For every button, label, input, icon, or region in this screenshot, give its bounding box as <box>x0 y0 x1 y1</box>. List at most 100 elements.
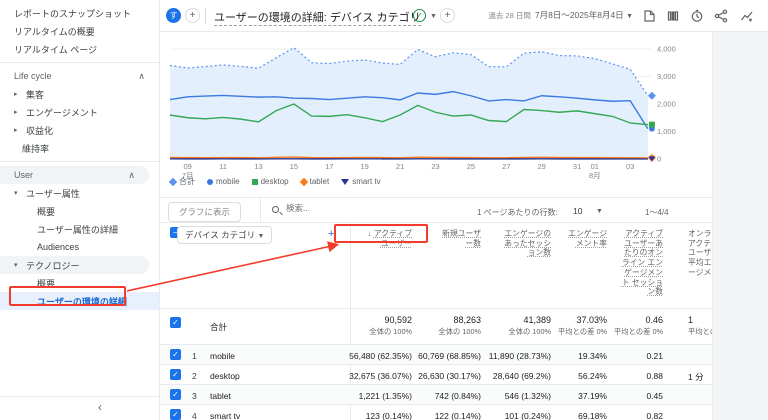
chevron-expanded-icon: ▾ <box>14 262 18 269</box>
square-icon <box>251 178 258 185</box>
chevron-collapsed-icon: ▸ <box>14 127 18 134</box>
svg-text:8月: 8月 <box>589 171 601 180</box>
sidebar-item-16[interactable]: 概要 <box>0 274 159 292</box>
add-column-button[interactable]: + <box>328 228 334 240</box>
search-input[interactable] <box>286 203 376 213</box>
add-comparison-button[interactable]: + <box>185 8 200 23</box>
date-range-picker[interactable]: 過去 28 日間 7月8日～2025年8月4日 ▼ <box>488 9 633 21</box>
svg-text:11: 11 <box>219 162 227 171</box>
cell-4: 0.21 <box>646 351 663 361</box>
all-users-comparison-chip[interactable]: す <box>166 8 181 23</box>
insights-icon[interactable] <box>740 9 754 23</box>
sidebar-item-1[interactable]: リアルタイムの概要 <box>0 22 159 40</box>
data-quality-check-icon[interactable]: ✓ <box>413 9 426 22</box>
legend-label: 合計 <box>179 177 195 186</box>
triangle-down-icon <box>341 178 350 185</box>
column-header-4[interactable]: アクティブ ユーザーあたりのオンライン エンゲージメント セッション数 <box>617 229 663 297</box>
page-title[interactable]: ユーザーの環境の詳細: デバイス カテゴリ <box>214 9 421 26</box>
sidebar-item-label: ユーザー属性 <box>26 188 80 199</box>
column-header-2[interactable]: エンゲージのあったセッション数 <box>501 229 551 258</box>
svg-text:0: 0 <box>657 155 661 164</box>
row-number: 1 <box>192 351 197 361</box>
sidebar-item-label: 維持率 <box>22 143 50 154</box>
column-header-1[interactable]: 新規ユーザー数 <box>435 229 481 248</box>
row-number: 2 <box>192 371 197 381</box>
sidebar-item-13[interactable]: ユーザー属性の詳細 <box>0 220 159 238</box>
legend-item-tablet[interactable]: tablet <box>299 177 329 186</box>
diamond-icon <box>168 177 178 186</box>
row-checkbox[interactable]: ✓ <box>170 349 181 360</box>
chevron-down-icon: ▼ <box>430 13 437 20</box>
table-row-desktop[interactable]: ✓ 2 desktop 32,675 (36.07%) 26,630 (30.17%) 2… <box>160 364 712 384</box>
sidebar-item-5[interactable]: ▸ 集客 <box>0 85 159 103</box>
svg-text:2,000: 2,000 <box>657 100 676 109</box>
svg-text:25: 25 <box>467 162 475 171</box>
sidebar-item-0[interactable]: レポートのスナップショット <box>0 4 159 22</box>
chevron-collapsed-icon: ▸ <box>14 109 18 116</box>
svg-text:15: 15 <box>290 162 298 171</box>
sidebar-section-life-cycle[interactable]: Life cycle ∧ <box>0 67 159 85</box>
table-row-smart-tv[interactable]: ✓ 4 smart tv 123 (0.14%) 122 (0.14%) 101 (0.2… <box>160 404 712 420</box>
main-content: す + ユーザーの環境の詳細: デバイス カテゴリ ✓ ▼ + 過去 28 日間… <box>160 0 768 420</box>
sidebar-item-label: ユーザーの環境の詳細 <box>37 296 127 307</box>
share-icon[interactable] <box>714 9 728 23</box>
rows-per-page-select[interactable]: 10 <box>573 206 582 216</box>
column-header-truncated[interactable]: オンラ アクテ ユーザ 平均エ ージメ <box>688 229 711 278</box>
dimension-dropdown[interactable]: デバイス カテゴリ ▼ <box>177 226 273 244</box>
table-toolbar: グラフに表示 1 ページあたりの行数: 10 ▼ 1～4/4 <box>160 197 712 223</box>
collapse-sidebar-icon[interactable]: ‹ <box>98 400 102 414</box>
row-checkbox[interactable]: ✓ <box>170 317 181 328</box>
svg-text:27: 27 <box>502 162 510 171</box>
customize-report-button[interactable]: + <box>440 8 455 23</box>
sidebar-item-label: リアルタイム ページ <box>14 44 98 55</box>
row-checkbox[interactable]: ✓ <box>170 369 181 380</box>
chevron-expanded-icon: ▾ <box>14 190 18 197</box>
sidebar-item-12[interactable]: 概要 <box>0 202 159 220</box>
row-checkbox[interactable]: ✓ <box>170 409 181 420</box>
column-header-0[interactable]: ↓ アクティブ ユーザー <box>360 229 412 248</box>
sidebar-item-7[interactable]: ▸ 収益化 <box>0 121 159 139</box>
sidebar-item-17[interactable]: ユーザーの環境の詳細 <box>0 292 159 310</box>
cell-5: 1 分 <box>688 372 704 382</box>
sidebar-item-6[interactable]: ▸ エンゲージメント <box>0 103 159 121</box>
legend-item-合計[interactable]: 合計 <box>168 176 195 187</box>
sidebar-footer: ‹ <box>0 396 159 420</box>
svg-text:17: 17 <box>325 162 333 171</box>
legend-item-desktop[interactable]: desktop <box>251 177 289 186</box>
sidebar-item-2[interactable]: リアルタイム ページ <box>0 40 159 58</box>
circle-icon <box>207 178 213 185</box>
table-row-mobile[interactable]: ✓ 1 mobile 56,480 (62.35%) 60,769 (68.85%) 11… <box>160 344 712 364</box>
row-number: 3 <box>192 391 197 401</box>
table-row-tablet[interactable]: ✓ 3 tablet 1,221 (1.35%) 742 (0.84%) 546 (1.3… <box>160 384 712 404</box>
sidebar-item-8[interactable]: 維持率 <box>0 139 159 157</box>
sidebar-section-user[interactable]: User ∧ <box>0 166 149 184</box>
svg-text:19: 19 <box>361 162 369 171</box>
legend-item-smart-tv[interactable]: smart tv <box>341 177 381 186</box>
clock-icon[interactable] <box>690 9 704 23</box>
svg-text:21: 21 <box>396 162 404 171</box>
sidebar-item-14[interactable]: Audiences <box>0 238 159 256</box>
row-checkbox[interactable]: ✓ <box>170 389 181 400</box>
column-header-label: アクティブ ユーザー <box>373 229 412 248</box>
report-header: す + ユーザーの環境の詳細: デバイス カテゴリ ✓ ▼ + 過去 28 日間… <box>160 0 768 32</box>
notes-icon[interactable] <box>642 9 656 23</box>
diamond-icon <box>299 177 308 186</box>
row-dimension-label: smart tv <box>210 411 241 420</box>
sidebar-item-label: エンゲージメント <box>26 107 98 118</box>
column-header-label: エンゲージのあったセッション数 <box>504 229 551 258</box>
legend-item-mobile[interactable]: mobile <box>207 177 240 186</box>
date-range-value: 7月8日～2025年8月4日 <box>534 10 624 20</box>
show-on-chart-button[interactable]: グラフに表示 <box>168 202 242 222</box>
totals-sub: 平均との <box>688 327 712 336</box>
pagination-range: 1～4/4 <box>645 208 669 217</box>
sidebar-item-11[interactable]: ▾ ユーザー属性 <box>0 184 159 202</box>
row-dimension-label: mobile <box>210 351 236 361</box>
comparison-icon[interactable] <box>666 9 680 23</box>
column-header-3[interactable]: エンゲージメント率 <box>567 229 607 248</box>
sidebar: レポートのスナップショット リアルタイムの概要リアルタイム ページ Life cyc… <box>0 0 160 420</box>
cell-4: 0.45 <box>646 391 663 401</box>
sidebar-item-15[interactable]: ▾ テクノロジー <box>0 256 149 274</box>
divider <box>0 161 159 162</box>
search-icon <box>272 206 279 213</box>
totals-row: ✓ 合計 90,592 全体の 100% 88,263 全体の 100% 41,389 全体の… <box>160 308 712 344</box>
